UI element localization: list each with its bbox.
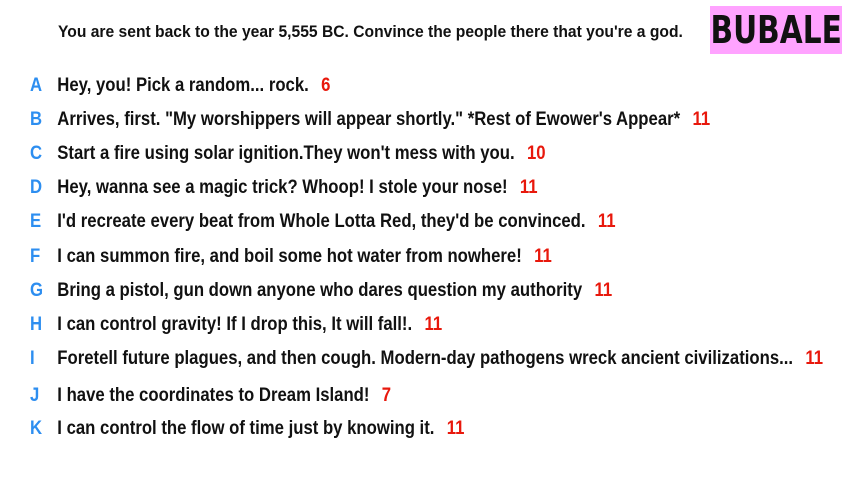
- answer-text: I can control gravity! If I drop this, I…: [57, 314, 413, 335]
- answer-row: D Hey, wanna see a magic trick? Whoop! I…: [30, 177, 538, 199]
- answer-score: 11: [534, 246, 552, 267]
- answer-score: 11: [424, 314, 443, 335]
- answer-letter: G: [30, 280, 44, 301]
- answer-row: F I can summon fire, and boil some hot w…: [30, 246, 552, 268]
- answer-row: J I have the coordinates to Dream Island…: [30, 385, 391, 407]
- answer-letter: F: [30, 246, 41, 267]
- answer-letter: J: [30, 385, 40, 406]
- answer-row: C Start a fire using solar ignition.They…: [30, 143, 546, 165]
- answer-text: Start a fire using solar ignition.They w…: [57, 143, 515, 164]
- answer-letter: K: [30, 418, 43, 439]
- answer-score: 11: [597, 211, 616, 232]
- answer-score: 11: [519, 177, 538, 198]
- answer-letter: B: [30, 109, 43, 130]
- answer-row: E I'd recreate every beat from Whole Lot…: [30, 211, 616, 233]
- answer-text: I have the coordinates to Dream Island!: [57, 385, 370, 406]
- answer-score: 11: [446, 418, 465, 439]
- answer-score: 11: [692, 109, 711, 130]
- answer-text: I can summon fire, and boil some hot wat…: [57, 246, 522, 267]
- answer-row: H I can control gravity! If I drop this,…: [30, 314, 442, 336]
- answer-score: 10: [526, 143, 546, 164]
- answer-row: B Arrives, first. "My worshippers will a…: [30, 109, 710, 131]
- answer-text: Hey, you! Pick a random... rock.: [57, 75, 309, 96]
- player-name-badge: BUBALE: [710, 6, 842, 54]
- answer-text: Arrives, first. "My worshippers will app…: [57, 109, 681, 130]
- answer-letter: I: [30, 348, 35, 369]
- answer-letter: D: [30, 177, 43, 198]
- answer-text: Hey, wanna see a magic trick? Whoop! I s…: [57, 177, 508, 198]
- answer-letter: H: [30, 314, 43, 335]
- answer-row: K I can control the flow of time just by…: [30, 418, 464, 440]
- answer-score: 11: [594, 280, 613, 301]
- answer-text: Foretell future plagues, and then cough.…: [57, 348, 794, 369]
- prompt-text: You are sent back to the year 5,555 BC. …: [58, 22, 683, 41]
- answer-letter: A: [30, 75, 43, 96]
- player-name: BUBALE: [710, 8, 842, 52]
- answer-text: Bring a pistol, gun down anyone who dare…: [57, 280, 583, 301]
- answer-score: 7: [381, 385, 392, 406]
- answer-row: G Bring a pistol, gun down anyone who da…: [30, 280, 612, 302]
- answer-score: 11: [805, 348, 824, 369]
- answer-text: I'd recreate every beat from Whole Lotta…: [57, 211, 586, 232]
- answer-text: I can control the flow of time just by k…: [57, 418, 435, 439]
- answer-letter: E: [30, 211, 42, 232]
- answer-letter: C: [30, 143, 43, 164]
- answer-row: A Hey, you! Pick a random... rock. 6: [30, 75, 330, 97]
- answer-row: I Foretell future plagues, and then coug…: [30, 348, 823, 370]
- answer-score: 6: [321, 75, 331, 96]
